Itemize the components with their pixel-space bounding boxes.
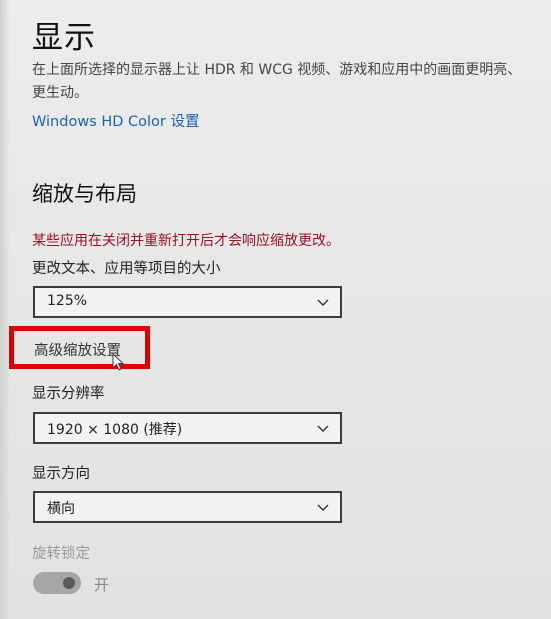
resolution-dropdown-value: 1920 × 1080 (推荐) [47,422,183,438]
resolution-label: 显示分辨率 [32,386,105,402]
orientation-dropdown[interactable]: 横向 [33,491,342,523]
toggle-knob [63,577,75,589]
chevron-down-icon [317,425,329,432]
chevron-down-icon [317,504,329,511]
display-settings-page: 显示 在上面所选择的显示器上让 HDR 和 WCG 视频、游戏和应用中的画面更明… [0,0,551,619]
hdr-description: 在上面所选择的显示器上让 HDR 和 WCG 视频、游戏和应用中的画面更明亮、更… [32,62,522,101]
orientation-label: 显示方向 [32,466,90,482]
hd-color-settings-link[interactable]: Windows HD Color 设置 [32,110,199,131]
scale-dropdown-value: 125% [47,293,88,309]
text-size-label: 更改文本、应用等项目的大小 [32,261,221,277]
rotation-lock-toggle[interactable] [33,572,81,594]
rotation-lock-state: 开 [94,576,110,594]
rotation-lock-label: 旋转锁定 [32,546,90,562]
page-title: 显示 [32,20,96,56]
resolution-dropdown[interactable]: 1920 × 1080 (推荐) [33,412,342,444]
window-edge-shadow [0,0,10,619]
highlight-annotation-box [9,326,150,369]
mouse-pointer-icon [112,353,125,371]
scale-dropdown[interactable]: 125% [33,286,342,318]
scale-layout-heading: 缩放与布局 [32,182,137,206]
orientation-dropdown-value: 横向 [47,501,75,517]
scale-warning-text: 某些应用在关闭并重新打开后才会响应缩放更改。 [32,233,340,249]
chevron-down-icon [317,299,329,306]
